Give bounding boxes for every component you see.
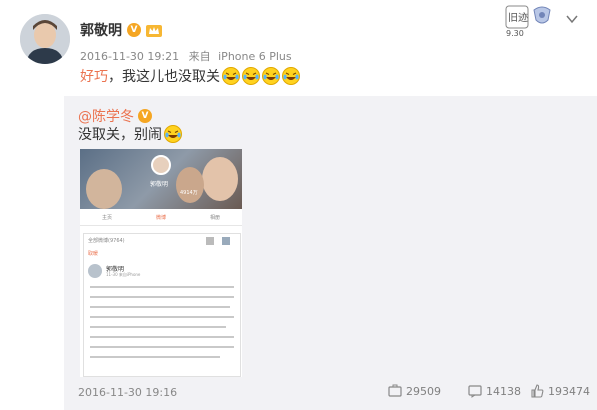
embedded-meta: 11-30 来自iPhone	[106, 272, 141, 277]
like-count: 193474	[548, 384, 590, 398]
medal-label: 旧迹	[508, 13, 528, 24]
laugh-emoji-icon	[282, 67, 300, 85]
repost-footer: 2016-11-30 19:16 29509 14138 193474	[78, 380, 593, 404]
banner-name: 郭敬明	[150, 181, 169, 188]
source-prefix: 来自	[188, 50, 211, 63]
laugh-emoji-icon	[242, 67, 260, 85]
repost-text-body: 没取关，别闹	[78, 127, 162, 143]
embedded-icons	[206, 237, 230, 245]
embedded-header: 全部微博(9764)	[88, 238, 125, 244]
repost-image[interactable]: 郭敬明 4914万 主页 微博 相册 全部微博(9764) 取暖 郭敬明 11-…	[80, 149, 242, 377]
comment-button[interactable]: 14138	[468, 384, 521, 398]
chevron-down-icon[interactable]	[566, 14, 578, 24]
profile-banner: 郭敬明 4914万	[80, 149, 242, 209]
embedded-text-line	[90, 296, 234, 298]
medal-badge[interactable]: 旧迹 9.30	[504, 4, 560, 40]
weibo-card: 郭敬明 V 2016-11-30 19:21 来自 iPhone 6 Plus …	[0, 0, 597, 410]
profile-tab: 相册	[209, 214, 220, 221]
embedded-text-line	[90, 286, 234, 288]
verified-badge-icon: V	[127, 23, 141, 37]
embedded-text-line	[90, 336, 234, 338]
author-avatar[interactable]	[20, 14, 70, 64]
post-text-highlight[interactable]: 好巧	[80, 66, 108, 86]
embedded-avatar	[88, 264, 102, 278]
post-text-body: ，我这儿也没取关	[108, 69, 220, 85]
repost-author[interactable]: @陈学冬	[78, 106, 134, 126]
embedded-text-line	[90, 306, 230, 308]
embedded-text-line	[90, 326, 226, 328]
repost-author-row: @陈学冬 V	[78, 106, 152, 126]
forward-button[interactable]: 29509	[388, 384, 441, 398]
comment-count: 14138	[486, 384, 521, 398]
profile-tabs: 主页 微博 相册	[80, 209, 242, 226]
thumbs-up-icon	[531, 384, 544, 398]
repost-block: @陈学冬 V 没取关，别闹 郭敬明 4914万 主页 微博 相册 全部微博(97…	[64, 96, 597, 410]
laugh-emoji-icon	[164, 125, 182, 143]
banner-stats: 4914万	[180, 190, 198, 196]
verified-badge-icon: V	[138, 109, 152, 123]
laugh-emoji-icon	[222, 67, 240, 85]
author-name[interactable]: 郭敬明	[80, 20, 122, 40]
profile-tab: 微博	[155, 214, 166, 221]
post-meta: 2016-11-30 19:21 来自 iPhone 6 Plus	[80, 48, 292, 64]
embedded-highlight: 取暖	[88, 251, 99, 257]
medal-date: 9.30	[506, 29, 524, 38]
embedded-text-line	[90, 316, 234, 318]
like-button[interactable]: 193474	[530, 384, 590, 398]
embedded-text-line	[90, 346, 234, 348]
post-source[interactable]: iPhone 6 Plus	[218, 50, 292, 63]
repost-text: 没取关，别闹	[78, 124, 182, 144]
repost-timestamp[interactable]: 2016-11-30 19:16	[78, 386, 177, 399]
author-name-row: 郭敬明 V	[80, 20, 162, 40]
embedded-post-card: 全部微博(9764) 取暖 郭敬明 11-30 来自iPhone	[83, 233, 241, 377]
laugh-emoji-icon	[262, 67, 280, 85]
embedded-text-line	[90, 356, 220, 358]
post-text: 好巧 ，我这儿也没取关	[80, 66, 300, 86]
post-timestamp[interactable]: 2016-11-30 19:21	[80, 50, 179, 63]
comment-icon	[468, 385, 482, 398]
forward-icon	[388, 384, 402, 397]
vip-crown-icon	[146, 25, 162, 37]
profile-tab: 主页	[101, 214, 112, 221]
forward-count: 29509	[406, 384, 441, 398]
